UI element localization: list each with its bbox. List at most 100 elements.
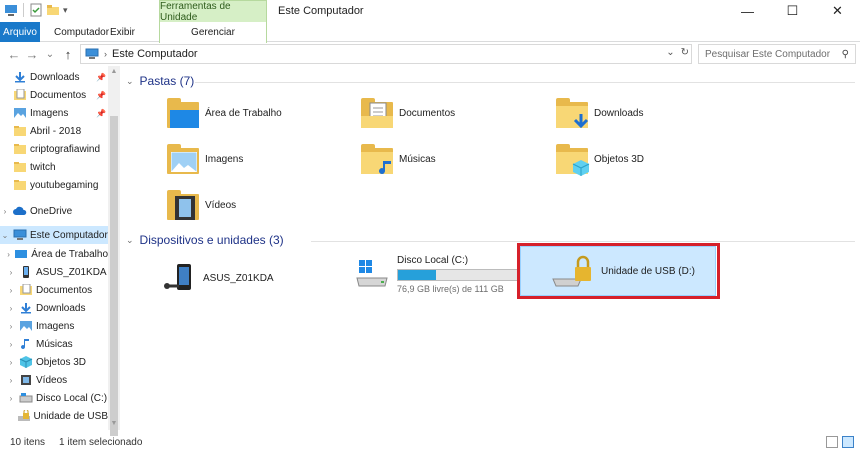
- folder-area-de-trabalho[interactable]: Área de Trabalho: [167, 98, 282, 128]
- expand-arrow-icon[interactable]: ›: [6, 250, 11, 259]
- folder-label: Documentos: [399, 107, 456, 119]
- close-button[interactable]: ✕: [815, 0, 860, 22]
- desktop-icon: [15, 250, 28, 258]
- quick-access-toolbar: ▾: [4, 3, 68, 17]
- red-highlight-box: [517, 243, 720, 299]
- expand-arrow-icon[interactable]: ›: [6, 286, 16, 295]
- folder-videos[interactable]: Vídeos: [167, 190, 236, 220]
- breadcrumb-chevron-icon[interactable]: ›: [104, 49, 107, 59]
- customize-toolbar-icon[interactable]: ▾: [63, 5, 68, 16]
- sidebar-item-label: Unidade de USB: [33, 410, 109, 422]
- scroll-up-icon[interactable]: ▲: [108, 66, 120, 78]
- sidebar-item-musicas[interactable]: › Músicas: [0, 335, 108, 353]
- expand-arrow-icon[interactable]: ›: [0, 207, 10, 216]
- sidebar-item-label: Objetos 3D: [36, 356, 87, 368]
- scroll-thumb[interactable]: [110, 116, 118, 436]
- pictures-icon: [20, 321, 32, 331]
- device-disco-local-c[interactable]: Disco Local (C:) 76,9 GB livre(s) de 111…: [355, 246, 521, 302]
- collapse-arrow-icon[interactable]: ⌄: [0, 231, 10, 240]
- sidebar-item-area-de-trabalho[interactable]: › Área de Trabalho: [0, 245, 108, 263]
- address-dropdown-icon[interactable]: ⌄: [666, 47, 674, 58]
- sidebar-item-label: Imagens: [30, 107, 69, 119]
- phone-icon: [23, 266, 29, 278]
- sidebar-item-onedrive[interactable]: › OneDrive: [0, 202, 108, 220]
- sidebar-item-documentos-pinned[interactable]: Documentos 📌: [0, 86, 108, 104]
- recent-locations-button[interactable]: ⌄: [42, 46, 58, 62]
- sidebar-item-label: OneDrive: [30, 205, 73, 217]
- pictures-folder-icon: [167, 144, 199, 174]
- folder-documentos[interactable]: Documentos: [361, 98, 455, 128]
- new-folder-icon[interactable]: [46, 3, 60, 17]
- minimize-button[interactable]: —: [725, 0, 770, 22]
- tab-exibir[interactable]: Exibir: [104, 22, 141, 42]
- sidebar-item-unidade-de-usb[interactable]: Unidade de USB: [0, 407, 108, 425]
- sidebar-item-videos[interactable]: › Vídeos: [0, 371, 108, 389]
- sidebar-item-asus-z01kda[interactable]: › ASUS_Z01KDA: [0, 263, 108, 281]
- expand-arrow-icon[interactable]: ›: [6, 358, 16, 367]
- cloud-icon: [13, 206, 27, 215]
- expand-arrow-icon[interactable]: ›: [6, 340, 16, 349]
- sidebar-item-objetos-3d[interactable]: › Objetos 3D: [0, 353, 108, 371]
- sidebar-item-label: Este Computador: [30, 229, 108, 241]
- device-label: ASUS_Z01KDA: [203, 272, 274, 284]
- sidebar-item-youtubegaming[interactable]: youtubegaming: [0, 176, 108, 194]
- sidebar-item-documentos[interactable]: › Documentos: [0, 281, 108, 299]
- folder-downloads[interactable]: Downloads: [556, 98, 644, 129]
- details-view-icon[interactable]: [826, 436, 838, 448]
- group-header-devices[interactable]: ⌄ Dispositivos e unidades (3): [126, 233, 284, 247]
- folder-label: Músicas: [399, 153, 436, 165]
- expand-arrow-icon[interactable]: ›: [6, 376, 16, 385]
- forward-button[interactable]: →: [24, 46, 40, 62]
- sidebar-item-disco-local[interactable]: › Disco Local (C:): [0, 389, 108, 407]
- device-label: Disco Local (C:): [397, 254, 469, 266]
- expand-arrow-icon[interactable]: ›: [6, 394, 16, 403]
- document-icon: [14, 89, 26, 100]
- collapse-chevron-icon[interactable]: ⌄: [126, 235, 134, 246]
- folder-label: Downloads: [594, 107, 644, 119]
- properties-icon[interactable]: [29, 3, 43, 17]
- cube-icon: [19, 356, 33, 368]
- search-box[interactable]: Pesquisar Este Computador ⚲: [698, 44, 856, 64]
- address-actions: ⌄ ↻: [666, 47, 689, 58]
- sidebar-item-twitch[interactable]: twitch: [0, 158, 108, 176]
- music-icon: [21, 339, 29, 350]
- up-button[interactable]: ↑: [60, 46, 76, 62]
- sidebar-item-downloads[interactable]: › Downloads: [0, 299, 108, 317]
- tab-gerenciar[interactable]: Gerenciar: [159, 22, 267, 43]
- expand-arrow-icon[interactable]: ›: [6, 322, 16, 331]
- folder-icon: [14, 162, 26, 172]
- tiles-view-icon[interactable]: [842, 436, 854, 448]
- back-button[interactable]: ←: [6, 46, 22, 62]
- device-asus-z01kda[interactable]: ASUS_Z01KDA: [161, 248, 274, 308]
- breadcrumb-current[interactable]: Este Computador: [112, 48, 198, 60]
- sidebar-item-label: Abril - 2018: [30, 125, 82, 137]
- expand-arrow-icon[interactable]: ›: [6, 268, 16, 277]
- sidebar-item-este-computador[interactable]: ⌄ Este Computador: [0, 226, 108, 244]
- folder-objetos-3d[interactable]: Objetos 3D: [556, 144, 644, 176]
- sidebar-item-downloads-pinned[interactable]: Downloads 📌: [0, 68, 108, 86]
- drive-info: Disco Local (C:) 76,9 GB livre(s) de 111…: [397, 255, 521, 294]
- drive-tools-tab[interactable]: Ferramentas de Unidade: [159, 0, 267, 23]
- scroll-down-icon[interactable]: ▼: [108, 418, 120, 430]
- maximize-button[interactable]: ☐: [770, 0, 815, 22]
- sidebar-item-imagens[interactable]: › Imagens: [0, 317, 108, 335]
- sidebar-scrollbar[interactable]: ▲ ▼: [108, 66, 120, 436]
- folder-imagens[interactable]: Imagens: [167, 144, 243, 174]
- computer-icon[interactable]: [4, 3, 18, 17]
- sidebar-item-imagens-pinned[interactable]: Imagens 📌: [0, 104, 108, 122]
- drive-free-space: 76,9 GB livre(s) de 111 GB: [397, 283, 504, 294]
- address-bar[interactable]: › Este Computador ⌄ ↻: [80, 44, 692, 64]
- refresh-icon[interactable]: ↻: [681, 47, 689, 58]
- sidebar-item-criptografiawind[interactable]: criptografiawind: [0, 140, 108, 158]
- search-icon[interactable]: ⚲: [842, 49, 849, 60]
- usb-lock-icon: [17, 410, 30, 421]
- folder-musicas[interactable]: Músicas: [361, 144, 436, 175]
- tab-arquivo[interactable]: Arquivo: [0, 22, 40, 42]
- navigation-pane[interactable]: Downloads 📌 Documentos 📌 Imagens 📌 Abril…: [0, 66, 120, 430]
- group-header-folders[interactable]: ⌄ Pastas (7): [126, 74, 194, 88]
- sidebar-item-label: youtubegaming: [30, 179, 99, 191]
- sidebar-item-abril-2018[interactable]: Abril - 2018: [0, 122, 108, 140]
- collapse-chevron-icon[interactable]: ⌄: [126, 76, 134, 87]
- phone-icon: [164, 264, 191, 290]
- expand-arrow-icon[interactable]: ›: [6, 304, 16, 313]
